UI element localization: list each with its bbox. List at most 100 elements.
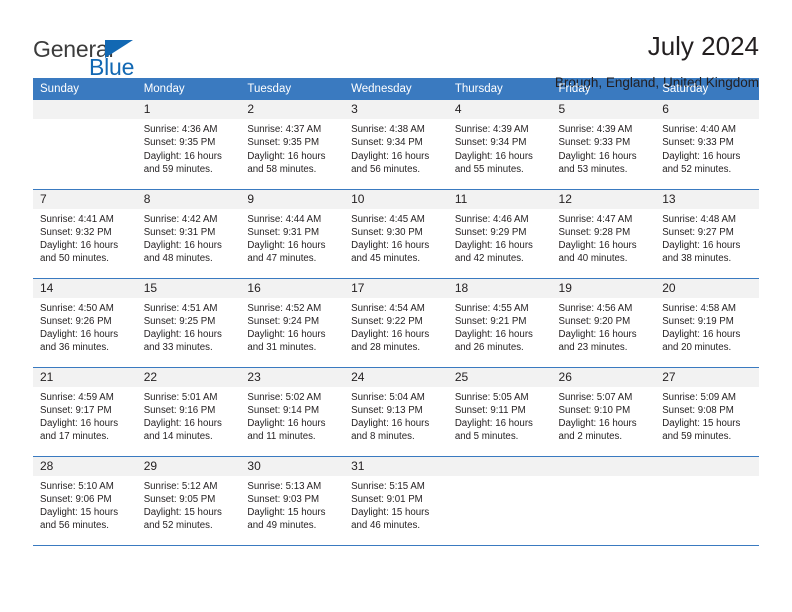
daylight-text-line1: Daylight: 15 hours xyxy=(351,507,430,519)
calendar-day-cell[interactable] xyxy=(551,456,656,546)
calendar-day-cell[interactable]: 11 Sunrise: 4:46 AM Sunset: 9:29 PM Dayl… xyxy=(447,189,552,279)
day-details: Sunrise: 4:47 AM Sunset: 9:28 PM Dayligh… xyxy=(552,209,656,266)
daylight-text-line1: Daylight: 16 hours xyxy=(558,150,637,162)
day-number: 20 xyxy=(655,278,759,298)
day-number: 28 xyxy=(33,456,137,476)
calendar-day-cell[interactable]: 25 Sunrise: 5:05 AM Sunset: 9:11 PM Dayl… xyxy=(447,367,552,457)
calendar-day-cell[interactable]: 26 Sunrise: 5:07 AM Sunset: 9:10 PM Dayl… xyxy=(551,367,656,457)
calendar-day-cell[interactable]: 13 Sunrise: 4:48 AM Sunset: 9:27 PM Dayl… xyxy=(655,189,759,279)
calendar-day-cell[interactable]: 28 Sunrise: 5:10 AM Sunset: 9:06 PM Dayl… xyxy=(33,456,137,546)
calendar-day-cell[interactable]: 24 Sunrise: 5:04 AM Sunset: 9:13 PM Dayl… xyxy=(344,367,448,457)
sunset-text: Sunset: 9:08 PM xyxy=(662,404,734,416)
calendar-day-cell[interactable] xyxy=(655,456,759,546)
day-number: 4 xyxy=(447,100,552,119)
day-details: Sunrise: 4:59 AM Sunset: 9:17 PM Dayligh… xyxy=(33,387,137,444)
day-details: Sunrise: 4:39 AM Sunset: 9:33 PM Dayligh… xyxy=(552,119,656,176)
daylight-text-line1: Daylight: 16 hours xyxy=(247,150,326,162)
daylight-text-line1: Daylight: 16 hours xyxy=(351,418,430,430)
calendar-day-cell[interactable]: 9 Sunrise: 4:44 AM Sunset: 9:31 PM Dayli… xyxy=(240,189,345,279)
sunset-text: Sunset: 9:34 PM xyxy=(351,137,423,149)
sunset-text: Sunset: 9:27 PM xyxy=(662,226,734,238)
calendar-day-cell[interactable]: 21 Sunrise: 4:59 AM Sunset: 9:17 PM Dayl… xyxy=(33,367,137,457)
day-number: 24 xyxy=(344,367,448,387)
sunrise-text: Sunrise: 4:54 AM xyxy=(351,302,425,314)
calendar-day-cell[interactable]: 31 Sunrise: 5:15 AM Sunset: 9:01 PM Dayl… xyxy=(344,456,448,546)
sunset-text: Sunset: 9:20 PM xyxy=(558,315,631,327)
daylight-text-line2: and 11 minutes. xyxy=(247,431,316,443)
day-details: Sunrise: 4:54 AM Sunset: 9:22 PM Dayligh… xyxy=(344,298,448,355)
sunset-text: Sunset: 9:26 PM xyxy=(40,315,112,327)
day-number: 16 xyxy=(240,278,345,298)
daylight-text-line1: Daylight: 16 hours xyxy=(351,329,430,341)
sunrise-text: Sunrise: 5:07 AM xyxy=(558,391,633,403)
day-number: 9 xyxy=(240,189,345,209)
sunset-text: Sunset: 9:14 PM xyxy=(247,404,320,416)
calendar-day-cell[interactable]: 14 Sunrise: 4:50 AM Sunset: 9:26 PM Dayl… xyxy=(33,278,137,368)
calendar-day-cell[interactable]: 10 Sunrise: 4:45 AM Sunset: 9:30 PM Dayl… xyxy=(344,189,448,279)
sunrise-text: Sunrise: 4:52 AM xyxy=(247,302,322,314)
sunrise-text: Sunrise: 4:58 AM xyxy=(662,302,736,314)
sunset-text: Sunset: 9:35 PM xyxy=(247,137,320,149)
sunset-text: Sunset: 9:28 PM xyxy=(558,226,631,238)
sunrise-text: Sunrise: 5:13 AM xyxy=(247,480,322,492)
sunset-text: Sunset: 9:35 PM xyxy=(143,137,216,149)
sunset-text: Sunset: 9:24 PM xyxy=(247,315,320,327)
calendar-week-row: 1 Sunrise: 4:36 AM Sunset: 9:35 PM Dayli… xyxy=(33,100,759,190)
sunset-text: Sunset: 9:33 PM xyxy=(662,137,734,149)
calendar-day-cell[interactable]: 3 Sunrise: 4:38 AM Sunset: 9:34 PM Dayli… xyxy=(344,100,448,190)
calendar-week-row: 21 Sunrise: 4:59 AM Sunset: 9:17 PM Dayl… xyxy=(33,367,759,457)
sunset-text: Sunset: 9:30 PM xyxy=(351,226,423,238)
calendar-day-cell[interactable]: 5 Sunrise: 4:39 AM Sunset: 9:33 PM Dayli… xyxy=(551,100,656,190)
daylight-text-line2: and 55 minutes. xyxy=(454,163,524,175)
calendar-day-cell[interactable]: 27 Sunrise: 5:09 AM Sunset: 9:08 PM Dayl… xyxy=(655,367,759,457)
calendar-day-cell[interactable]: 7 Sunrise: 4:41 AM Sunset: 9:32 PM Dayli… xyxy=(33,189,137,279)
sunset-text: Sunset: 9:34 PM xyxy=(454,137,527,149)
sunrise-text: Sunrise: 4:41 AM xyxy=(40,213,114,225)
sunrise-text: Sunrise: 4:55 AM xyxy=(454,302,529,314)
calendar-day-cell[interactable]: 4 Sunrise: 4:39 AM Sunset: 9:34 PM Dayli… xyxy=(447,100,552,190)
calendar-day-cell[interactable]: 22 Sunrise: 5:01 AM Sunset: 9:16 PM Dayl… xyxy=(136,367,241,457)
calendar-day-cell[interactable]: 20 Sunrise: 4:58 AM Sunset: 9:19 PM Dayl… xyxy=(655,278,759,368)
daylight-text-line1: Daylight: 16 hours xyxy=(662,150,741,162)
daylight-text-line2: and 17 minutes. xyxy=(40,431,109,443)
day-number: 7 xyxy=(33,189,137,209)
day-number: 30 xyxy=(240,456,345,476)
sunset-text: Sunset: 9:05 PM xyxy=(143,493,216,505)
calendar-day-cell[interactable]: 23 Sunrise: 5:02 AM Sunset: 9:14 PM Dayl… xyxy=(240,367,345,457)
weekday-header-wednesday: Wednesday xyxy=(344,78,448,100)
sunset-text: Sunset: 9:31 PM xyxy=(143,226,216,238)
sunrise-text: Sunrise: 4:38 AM xyxy=(351,124,425,135)
calendar-day-cell[interactable]: 30 Sunrise: 5:13 AM Sunset: 9:03 PM Dayl… xyxy=(240,456,345,546)
calendar-day-cell[interactable]: 8 Sunrise: 4:42 AM Sunset: 9:31 PM Dayli… xyxy=(136,189,241,279)
calendar-day-cell[interactable]: 6 Sunrise: 4:40 AM Sunset: 9:33 PM Dayli… xyxy=(655,100,759,190)
sunrise-text: Sunrise: 5:02 AM xyxy=(247,391,322,403)
calendar-day-cell[interactable]: 16 Sunrise: 4:52 AM Sunset: 9:24 PM Dayl… xyxy=(240,278,345,368)
calendar-day-cell[interactable]: 2 Sunrise: 4:37 AM Sunset: 9:35 PM Dayli… xyxy=(240,100,345,190)
daylight-text-line2: and 48 minutes. xyxy=(143,253,213,265)
calendar-day-cell[interactable] xyxy=(33,100,137,190)
day-details: Sunrise: 4:41 AM Sunset: 9:32 PM Dayligh… xyxy=(33,209,137,266)
daylight-text-line2: and 52 minutes. xyxy=(143,520,213,532)
day-number: 12 xyxy=(551,189,656,209)
calendar-day-cell[interactable]: 1 Sunrise: 4:36 AM Sunset: 9:35 PM Dayli… xyxy=(136,100,241,190)
calendar-day-cell[interactable]: 17 Sunrise: 4:54 AM Sunset: 9:22 PM Dayl… xyxy=(344,278,448,368)
day-number: 17 xyxy=(344,278,448,298)
sunrise-text: Sunrise: 4:48 AM xyxy=(662,213,736,225)
daylight-text-line2: and 59 minutes. xyxy=(662,431,732,443)
daylight-text-line2: and 38 minutes. xyxy=(662,253,732,265)
calendar-day-cell[interactable]: 19 Sunrise: 4:56 AM Sunset: 9:20 PM Dayl… xyxy=(551,278,656,368)
calendar-day-cell[interactable]: 18 Sunrise: 4:55 AM Sunset: 9:21 PM Dayl… xyxy=(447,278,552,368)
daylight-text-line1: Daylight: 16 hours xyxy=(558,240,637,252)
day-number: 8 xyxy=(136,189,241,209)
general-blue-logo[interactable]: General Blue xyxy=(33,30,153,80)
sunrise-text: Sunrise: 4:42 AM xyxy=(143,213,218,225)
day-details: Sunrise: 4:36 AM Sunset: 9:35 PM Dayligh… xyxy=(137,119,241,176)
sunset-text: Sunset: 9:03 PM xyxy=(247,493,320,505)
calendar-day-cell[interactable]: 29 Sunrise: 5:12 AM Sunset: 9:05 PM Dayl… xyxy=(136,456,241,546)
calendar-day-cell[interactable]: 15 Sunrise: 4:51 AM Sunset: 9:25 PM Dayl… xyxy=(136,278,241,368)
daylight-text-line2: and 42 minutes. xyxy=(454,253,524,265)
calendar-day-cell[interactable]: 12 Sunrise: 4:47 AM Sunset: 9:28 PM Dayl… xyxy=(551,189,656,279)
calendar-week-row: 7 Sunrise: 4:41 AM Sunset: 9:32 PM Dayli… xyxy=(33,189,759,279)
calendar-day-cell[interactable] xyxy=(447,456,552,546)
daylight-text-line2: and 49 minutes. xyxy=(247,520,317,532)
